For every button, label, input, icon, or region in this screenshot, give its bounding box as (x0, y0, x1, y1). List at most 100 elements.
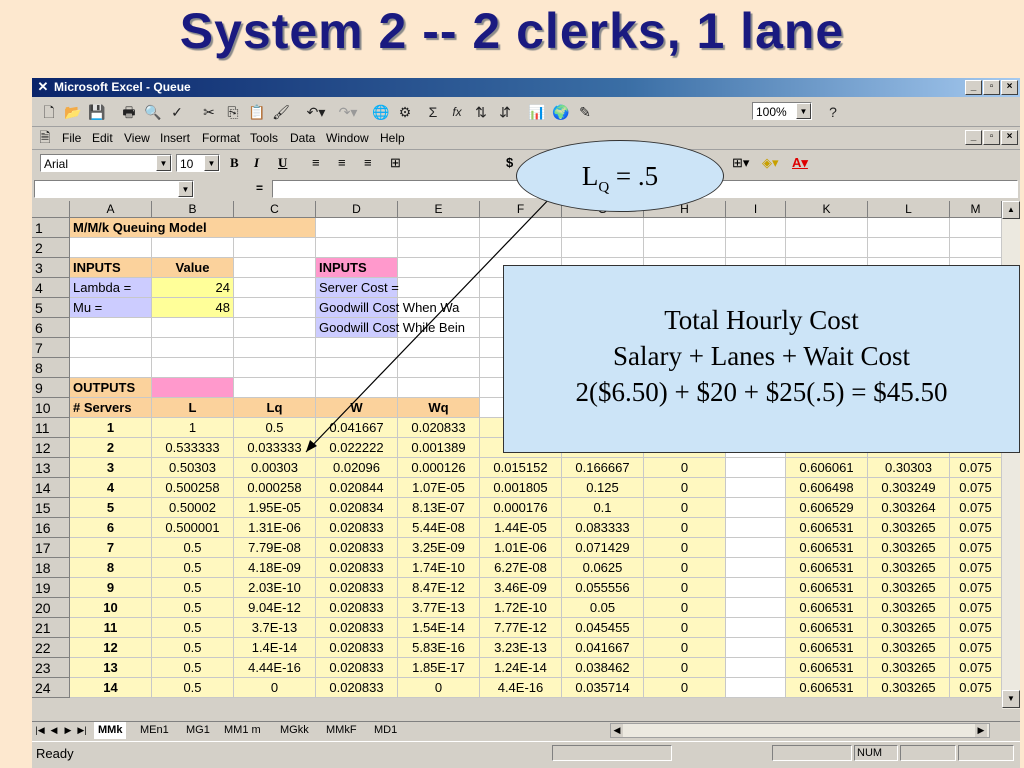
table-cell[interactable]: 0.303265 (868, 578, 950, 598)
sheet-tab-mmk[interactable]: MMk (94, 722, 127, 739)
table-cell[interactable]: 0.5 (152, 578, 234, 598)
table-cell[interactable]: 4.18E-09 (234, 558, 316, 578)
table-cell[interactable]: 0.055556 (562, 578, 644, 598)
mu-label[interactable]: Mu = (70, 298, 152, 318)
chevron-down-icon[interactable]: ▼ (178, 181, 193, 197)
save-icon[interactable]: 💾 (88, 103, 106, 121)
row-header-8[interactable]: 8 (32, 358, 70, 378)
row-header-4[interactable]: 4 (32, 278, 70, 298)
cut-icon[interactable]: ✂ (200, 103, 218, 121)
table-cell[interactable]: 0.041667 (562, 638, 644, 658)
grid-cell[interactable] (234, 378, 316, 398)
grid-cell[interactable] (480, 218, 562, 238)
table-cell[interactable]: 0.5 (234, 418, 316, 438)
column-header-k[interactable]: K (786, 201, 868, 218)
scroll-left-icon[interactable]: ◀ (611, 724, 623, 737)
table-cell[interactable]: 0.001805 (480, 478, 562, 498)
sheet-tab-mgkk[interactable]: MGkk (276, 722, 313, 739)
table-cell[interactable]: 0.5 (152, 638, 234, 658)
table-cell[interactable]: 2.03E-10 (234, 578, 316, 598)
table-cell[interactable]: 3.77E-13 (398, 598, 480, 618)
menu-window[interactable]: Window (326, 131, 369, 145)
row-header-12[interactable]: 12 (32, 438, 70, 458)
grid-cell[interactable] (152, 338, 234, 358)
table-cell[interactable]: 0 (644, 478, 726, 498)
table-cell[interactable] (726, 678, 786, 698)
grid-cell[interactable] (398, 258, 480, 278)
grid-cell[interactable] (950, 238, 1002, 258)
font-color-icon[interactable]: A▾ (792, 155, 808, 171)
table-cell[interactable]: 0.303265 (868, 538, 950, 558)
menu-view[interactable]: View (124, 131, 150, 145)
table-cell[interactable]: 9.04E-12 (234, 598, 316, 618)
table-cell[interactable]: 0.000126 (398, 458, 480, 478)
grid-cell[interactable] (950, 218, 1002, 238)
copy-icon[interactable]: ⎘ (224, 103, 242, 121)
menu-format[interactable]: Format (202, 131, 240, 145)
name-box[interactable]: ▼ (34, 180, 194, 198)
table-cell[interactable]: 0.033333 (234, 438, 316, 458)
table-cell[interactable]: 0.606531 (786, 618, 868, 638)
table-cell[interactable]: 0.015152 (480, 458, 562, 478)
table-cell[interactable]: 0.166667 (562, 458, 644, 478)
table-cell[interactable]: 3.23E-13 (480, 638, 562, 658)
table-cell[interactable]: 4.4E-16 (480, 678, 562, 698)
table-cell[interactable]: 0.303265 (868, 558, 950, 578)
table-cell[interactable]: 3.25E-09 (398, 538, 480, 558)
table-cell[interactable]: 5 (70, 498, 152, 518)
table-cell[interactable]: 0.606531 (786, 518, 868, 538)
sheet-tab-mg1[interactable]: MG1 (182, 722, 214, 739)
table-cell[interactable]: 13 (70, 658, 152, 678)
new-document-icon[interactable]: 🗋 (40, 103, 58, 121)
table-cell[interactable]: 0.0625 (562, 558, 644, 578)
table-cell[interactable] (726, 518, 786, 538)
hyperlink-icon[interactable]: 🌐 (372, 103, 390, 121)
table-cell[interactable]: 0 (644, 518, 726, 538)
table-cell[interactable]: 0 (644, 658, 726, 678)
table-cell[interactable]: 0.022222 (316, 438, 398, 458)
table-cell[interactable]: 0.075 (950, 658, 1002, 678)
table-cell[interactable]: 9 (70, 578, 152, 598)
row-header-5[interactable]: 5 (32, 298, 70, 318)
mu-value[interactable]: 48 (152, 298, 234, 318)
sort-ascending-icon[interactable]: ⇅ (472, 103, 490, 121)
horizontal-scrollbar[interactable]: ◀ ▶ (610, 723, 990, 738)
table-cell[interactable] (726, 658, 786, 678)
table-cell[interactable]: 0.020833 (316, 678, 398, 698)
help-icon[interactable]: ? (824, 103, 842, 121)
table-cell[interactable]: 5.44E-08 (398, 518, 480, 538)
grid-cell[interactable] (726, 218, 786, 238)
font-select[interactable]: Arial ▼ (40, 154, 172, 172)
table-cell[interactable]: 0.075 (950, 498, 1002, 518)
grid-cell[interactable] (152, 238, 234, 258)
table-cell[interactable]: 0.533333 (152, 438, 234, 458)
bold-button[interactable]: B (230, 155, 239, 171)
grid-cell[interactable] (234, 338, 316, 358)
doc-restore-button[interactable]: ▫ (983, 130, 1000, 145)
table-cell[interactable]: 1.74E-10 (398, 558, 480, 578)
row-header-17[interactable]: 17 (32, 538, 70, 558)
table-cell[interactable] (726, 618, 786, 638)
grid-cell[interactable] (70, 338, 152, 358)
table-cell[interactable]: 0 (234, 678, 316, 698)
table-cell[interactable]: 7 (70, 538, 152, 558)
table-cell[interactable]: 4.44E-16 (234, 658, 316, 678)
table-cell[interactable]: 1 (152, 418, 234, 438)
next-sheet-icon[interactable]: ▶ (62, 724, 74, 737)
grid-cell[interactable] (398, 238, 480, 258)
format-painter-icon[interactable]: 🖌 (272, 103, 290, 121)
map-icon[interactable]: 🌍 (552, 103, 570, 121)
table-cell[interactable]: 0.606531 (786, 578, 868, 598)
menu-tools[interactable]: Tools (250, 131, 278, 145)
inputs-header-right[interactable]: INPUTS (316, 258, 398, 278)
print-preview-icon[interactable]: 🔍 (144, 103, 162, 121)
row-header-21[interactable]: 21 (32, 618, 70, 638)
table-cell[interactable]: 7.79E-08 (234, 538, 316, 558)
grid-cell[interactable] (234, 278, 316, 298)
scroll-down-icon[interactable]: ▼ (1002, 690, 1020, 708)
grid-cell[interactable] (644, 218, 726, 238)
table-cell[interactable]: 0.045455 (562, 618, 644, 638)
row-header-16[interactable]: 16 (32, 518, 70, 538)
row-header-7[interactable]: 7 (32, 338, 70, 358)
row-header-3[interactable]: 3 (32, 258, 70, 278)
